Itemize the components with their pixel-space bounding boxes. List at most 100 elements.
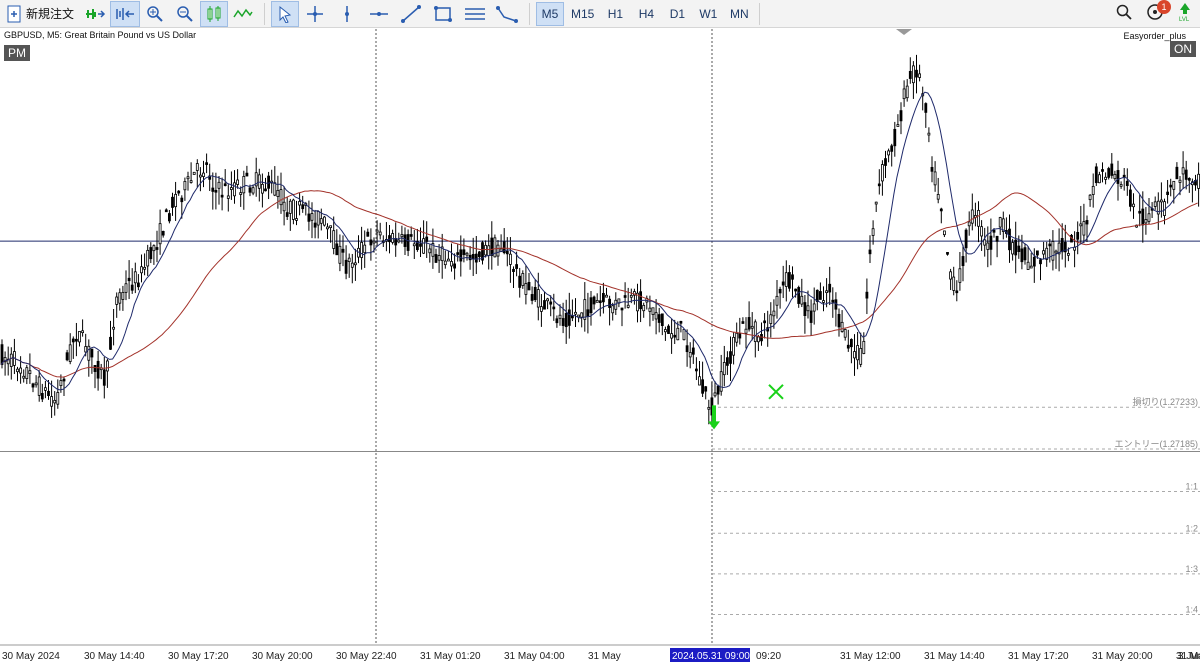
- toolbar-right: 1 LVL: [1116, 0, 1200, 28]
- candle-body: [856, 345, 859, 361]
- trendline-tool-button[interactable]: [395, 1, 427, 27]
- candle-body: [574, 311, 577, 315]
- candle-body: [623, 295, 627, 298]
- candle-body: [825, 290, 828, 294]
- candle-body: [651, 307, 655, 315]
- timeframe-mn-button[interactable]: MN: [725, 2, 753, 26]
- rectangle-icon: [433, 5, 453, 23]
- candle-body: [605, 294, 608, 298]
- candle-body: [332, 230, 336, 249]
- timeframe-m5-button[interactable]: M5: [536, 1, 565, 26]
- candle-body: [202, 172, 205, 177]
- candle-body: [1144, 219, 1148, 224]
- line-chart-button[interactable]: [228, 1, 258, 27]
- candle-body: [881, 164, 884, 182]
- candlestick-icon: [205, 5, 223, 23]
- candle-body: [1169, 184, 1173, 188]
- candle-body: [1119, 184, 1123, 187]
- zoom-out-button[interactable]: [170, 1, 200, 27]
- candle-body: [310, 213, 314, 221]
- autotrading-button[interactable]: [80, 1, 110, 27]
- candle-body: [685, 345, 689, 353]
- candle-body: [704, 386, 708, 392]
- candle-body: [1101, 169, 1104, 172]
- timeframe-h1-button[interactable]: H1: [601, 2, 629, 26]
- candle-body: [583, 299, 587, 320]
- candle-body: [611, 305, 615, 314]
- candle-body: [412, 243, 416, 247]
- candle-body: [140, 266, 143, 274]
- svg-text:LVL: LVL: [1179, 17, 1190, 22]
- candle-body: [1032, 256, 1036, 267]
- x-tick-label: 31 May 12:00: [840, 651, 901, 662]
- new-order-button[interactable]: 新規注文: [0, 1, 80, 27]
- candle-body: [459, 249, 463, 262]
- candle-body: [1098, 174, 1101, 184]
- horizontal-line-tool-button[interactable]: [363, 1, 395, 27]
- candle-body: [301, 204, 305, 210]
- candle-body: [515, 264, 518, 269]
- candle-body: [912, 65, 915, 84]
- chart-shift-button[interactable]: [110, 0, 141, 27]
- new-order-icon: [6, 5, 22, 23]
- timeframe-m15-button[interactable]: M15: [567, 2, 598, 26]
- crosshair-tool-button[interactable]: [299, 1, 331, 27]
- candle-body: [109, 336, 112, 350]
- candle-body: [741, 321, 745, 324]
- timeframe-d1-button[interactable]: D1: [663, 2, 691, 26]
- candle-body: [462, 249, 466, 255]
- candle-body: [400, 234, 404, 238]
- candlestick-button[interactable]: [200, 0, 229, 27]
- candle-body: [161, 230, 165, 236]
- candle-body: [363, 244, 367, 254]
- rectangle-tool-button[interactable]: [427, 1, 459, 27]
- candle-body: [81, 330, 84, 334]
- cursor-tool-button[interactable]: [271, 0, 300, 27]
- channel-tool-button[interactable]: [459, 1, 491, 27]
- candle-body: [729, 351, 732, 364]
- candle-body: [347, 257, 351, 263]
- notifications-button[interactable]: 1: [1146, 0, 1171, 26]
- new-order-label: 新規注文: [26, 7, 75, 21]
- candle-body: [37, 376, 41, 396]
- candle-body: [437, 255, 441, 261]
- price-chart[interactable]: 30 May 2024 30 May 14:40 30 May 17:20 30 Ma…: [0, 29, 1200, 670]
- candle-body: [1187, 177, 1191, 181]
- candle-body: [837, 313, 841, 328]
- candle-body: [341, 248, 345, 253]
- candle-body: [44, 387, 47, 391]
- x-tick-label: 31 May 20:00: [1092, 651, 1153, 662]
- timeframe-w1-button[interactable]: W1: [694, 2, 722, 26]
- signal-level-icon[interactable]: LVL: [1178, 2, 1192, 27]
- search-icon[interactable]: [1116, 4, 1132, 25]
- candle-body: [124, 283, 128, 293]
- candle-body: [980, 226, 983, 237]
- timeframe-h4-button[interactable]: H4: [632, 2, 660, 26]
- candle-body: [577, 314, 580, 318]
- crosshair-icon: [306, 5, 324, 23]
- vertical-line-tool-button[interactable]: [331, 1, 363, 27]
- candle-body: [726, 357, 729, 366]
- candle-body: [809, 310, 813, 323]
- candle-body: [186, 176, 190, 180]
- zoom-in-button[interactable]: [140, 1, 170, 27]
- candle-body: [958, 268, 962, 283]
- candle-body: [229, 187, 233, 190]
- candle-body: [1039, 259, 1042, 265]
- candle-body: [28, 370, 32, 374]
- candle-body: [524, 283, 528, 295]
- candle-body: [629, 294, 633, 298]
- candle-body: [952, 276, 956, 291]
- candle-body: [360, 242, 364, 258]
- candle-body: [50, 396, 53, 407]
- candle-body: [595, 300, 599, 303]
- shapes-tool-button[interactable]: [491, 1, 523, 27]
- candle-body: [394, 238, 398, 246]
- expert-on-badge[interactable]: ON: [1170, 41, 1196, 57]
- candle-body: [406, 234, 410, 251]
- candle-body: [65, 352, 69, 361]
- candle-body: [164, 209, 168, 213]
- candle-body: [995, 235, 999, 242]
- candle-body: [307, 213, 311, 222]
- candle-body: [667, 325, 670, 334]
